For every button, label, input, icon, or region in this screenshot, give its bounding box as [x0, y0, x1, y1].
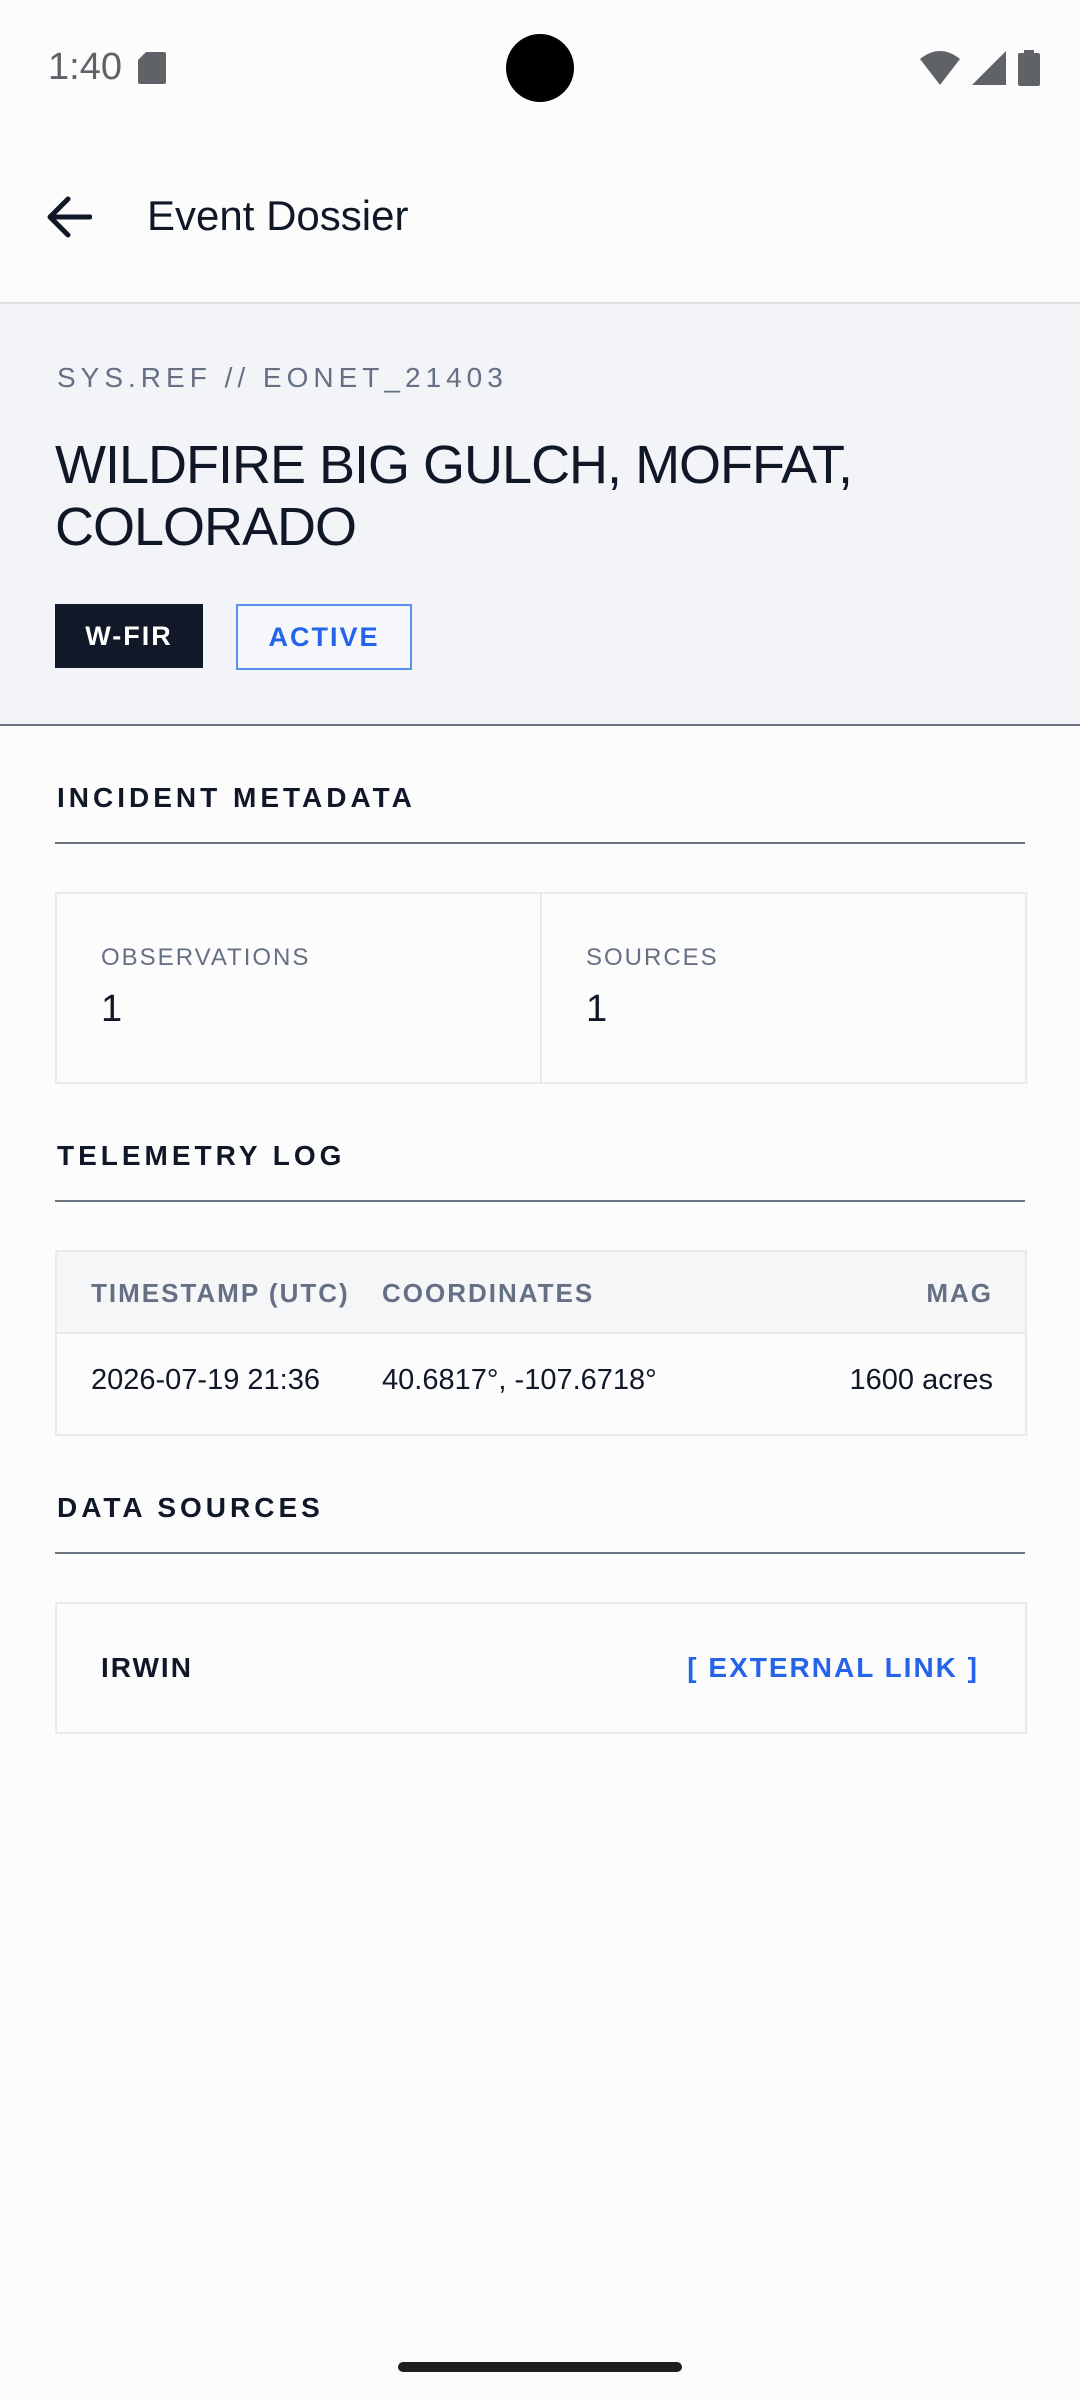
- metadata-stats: OBSERVATIONS 1 SOURCES 1: [55, 892, 1027, 1084]
- table-header: TIMESTAMP (UTC) COORDINATES MAG: [57, 1252, 1025, 1334]
- cell-coordinates: 40.6817°, -107.6718°: [382, 1364, 657, 1396]
- system-icons: [920, 50, 1040, 86]
- incident-metadata-header: INCIDENT METADATA: [55, 778, 1025, 844]
- data-sources-header: DATA SOURCES: [55, 1488, 1025, 1554]
- stat-label: OBSERVATIONS: [101, 944, 311, 971]
- telemetry-log-header: TELEMETRY LOG: [55, 1136, 1025, 1202]
- section-title: TELEMETRY LOG: [57, 1140, 346, 1171]
- column-header-coordinates: COORDINATES: [382, 1278, 595, 1308]
- wifi-icon: [920, 51, 960, 85]
- stat-value: 1: [101, 988, 123, 1030]
- arrow-back-icon: [46, 196, 93, 243]
- sd-card-icon: [138, 52, 166, 84]
- stat-sources: SOURCES 1: [540, 894, 1025, 1082]
- section-title: DATA SOURCES: [57, 1492, 324, 1523]
- battery-icon: [1018, 50, 1040, 86]
- cellular-signal-icon: [972, 51, 1006, 85]
- status-badge: ACTIVE: [236, 604, 412, 670]
- stat-observations: OBSERVATIONS 1: [57, 894, 540, 1082]
- stat-value: 1: [586, 988, 608, 1030]
- system-reference: SYS.REF // EONET_21403: [57, 362, 508, 393]
- external-link[interactable]: [ EXTERNAL LINK ]: [687, 1652, 979, 1684]
- home-indicator[interactable]: [398, 2362, 682, 2372]
- event-title: WILDFIRE BIG GULCH, MOFFAT, COLORADO: [55, 435, 853, 557]
- back-button[interactable]: [40, 190, 98, 248]
- front-camera: [506, 34, 574, 102]
- cell-timestamp: 2026-07-19 21:36: [91, 1364, 320, 1396]
- category-tag: W-FIR: [55, 604, 203, 668]
- page-title: Event Dossier: [147, 192, 409, 239]
- status-bar: 1:40: [0, 0, 1080, 136]
- status-time: 1:40: [48, 46, 122, 88]
- source-item: IRWIN [ EXTERNAL LINK ]: [55, 1602, 1027, 1734]
- top-app-bar: Event Dossier: [0, 136, 1080, 304]
- cell-mag: 1600 acres: [849, 1364, 994, 1396]
- telemetry-table: TIMESTAMP (UTC) COORDINATES MAG 2026-07-…: [55, 1250, 1027, 1436]
- stat-label: SOURCES: [586, 944, 719, 971]
- section-title: INCIDENT METADATA: [57, 782, 416, 813]
- source-name: IRWIN: [101, 1652, 193, 1683]
- column-header-mag: MAG: [926, 1278, 993, 1308]
- table-row: 2026-07-19 21:36 40.6817°, -107.6718° 16…: [57, 1334, 1025, 1434]
- event-header: SYS.REF // EONET_21403 WILDFIRE BIG GULC…: [0, 304, 1080, 726]
- column-header-timestamp: TIMESTAMP (UTC): [91, 1278, 350, 1308]
